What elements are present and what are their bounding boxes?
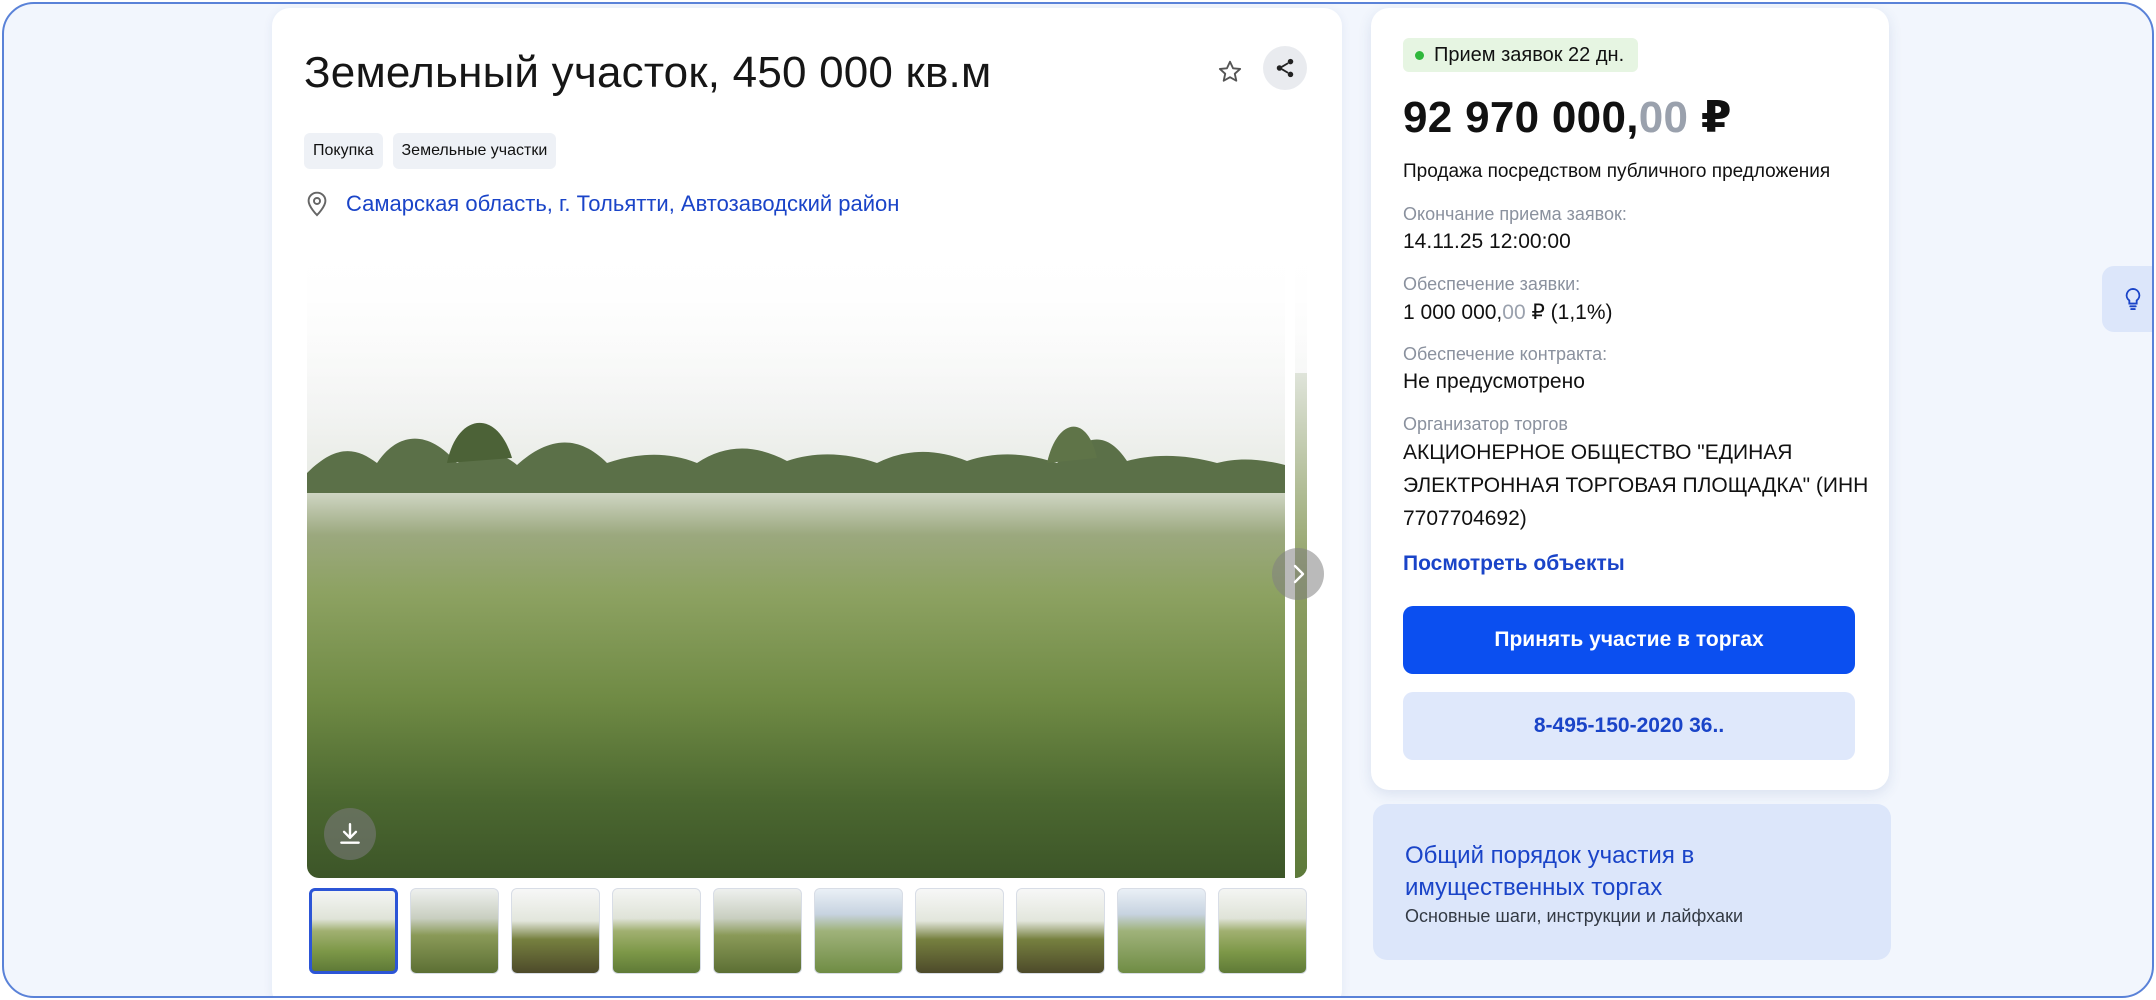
- thumbnail[interactable]: [1016, 888, 1105, 974]
- deposit-cents: 00: [1502, 301, 1526, 324]
- view-objects-link[interactable]: Посмотреть объекты: [1403, 552, 1625, 576]
- thumbnail-strip: [309, 888, 1307, 974]
- status-badge: Прием заявок 22 дн.: [1403, 38, 1639, 72]
- lightbulb-icon: [2125, 287, 2141, 311]
- page-frame: Земельный участок, 450 000 кв.м Покупка …: [2, 2, 2154, 998]
- organizer-value: АКЦИОНЕРНОЕ ОБЩЕСТВО "ЕДИНАЯ ЭЛЕКТРОННАЯ…: [1403, 441, 1869, 530]
- organizer-label: Организатор торгов: [1403, 414, 1568, 434]
- participation-guide-card[interactable]: Общий порядок участия в имущественных то…: [1373, 804, 1891, 960]
- thumbnail[interactable]: [511, 888, 600, 974]
- photo-gallery[interactable]: [307, 243, 1307, 878]
- thumbnail[interactable]: [1117, 888, 1206, 974]
- location-link[interactable]: Самарская область, г. Тольятти, Автозаво…: [346, 191, 899, 217]
- tag[interactable]: Земельные участки: [392, 133, 557, 169]
- price-cents: 00: [1638, 93, 1689, 142]
- deadline-label: Окончание приема заявок:: [1403, 204, 1627, 224]
- deposit-main: 1 000 000,: [1403, 301, 1503, 324]
- tag-list: Покупка Земельные участки: [304, 133, 557, 169]
- tag[interactable]: Покупка: [304, 133, 383, 169]
- guide-title: Общий порядок участия в имущественных то…: [1405, 842, 1695, 901]
- thumbnail[interactable]: [1218, 888, 1307, 974]
- download-photo-button[interactable]: [324, 808, 376, 860]
- participate-button[interactable]: Принять участие в торгах: [1403, 606, 1855, 674]
- deposit-label: Обеспечение заявки:: [1403, 274, 1581, 294]
- contract-value: Не предусмотрено: [1403, 370, 1585, 393]
- star-icon: [1218, 60, 1242, 82]
- gallery-sky: [307, 243, 1307, 403]
- thumbnail[interactable]: [814, 888, 903, 974]
- favorite-button[interactable]: [1210, 52, 1250, 92]
- next-photo-preview: [1295, 373, 1307, 878]
- next-photo-button[interactable]: [1272, 548, 1324, 600]
- download-icon: [340, 823, 360, 844]
- price-main: 92 970 000,: [1403, 93, 1639, 142]
- sale-type: Продажа посредством публичного предложен…: [1403, 161, 1831, 182]
- location: Самарская область, г. Тольятти, Автозаво…: [304, 190, 899, 218]
- deposit-value: 1 000 000,00 ₽ (1,1%): [1403, 300, 1613, 325]
- location-pin-icon: [307, 191, 327, 217]
- tree-line-illustration: [307, 422, 1285, 493]
- listing-card: Земельный участок, 450 000 кв.м Покупка …: [272, 8, 1342, 996]
- deadline-value: 14.11.25 12:00:00: [1403, 230, 1571, 253]
- share-button[interactable]: [1263, 46, 1307, 90]
- hints-tab[interactable]: [2102, 266, 2152, 332]
- thumbnail[interactable]: [713, 888, 802, 974]
- deposit-suffix: ₽ (1,1%): [1525, 301, 1613, 324]
- price-currency: ₽: [1688, 93, 1732, 142]
- status-text: Прием заявок 22 дн.: [1434, 43, 1625, 66]
- auction-summary-card: Прием заявок 22 дн. 92 970 000,00 ₽ Прод…: [1371, 8, 1889, 790]
- thumbnail[interactable]: [309, 888, 398, 974]
- thumbnail[interactable]: [915, 888, 1004, 974]
- page-title: Земельный участок, 450 000 кв.м: [304, 48, 992, 97]
- thumbnail[interactable]: [612, 888, 701, 974]
- share-icon: [1276, 58, 1294, 78]
- chevron-right-icon: [1293, 564, 1305, 584]
- phone-button[interactable]: 8-495-150-2020 36..: [1403, 692, 1855, 760]
- contract-label: Обеспечение контракта:: [1403, 344, 1608, 364]
- status-dot-icon: [1415, 50, 1424, 60]
- guide-subtitle: Основные шаги, инструкции и лайфхаки: [1405, 906, 1743, 926]
- thumbnail[interactable]: [410, 888, 499, 974]
- price: 92 970 000,00 ₽: [1403, 92, 1732, 143]
